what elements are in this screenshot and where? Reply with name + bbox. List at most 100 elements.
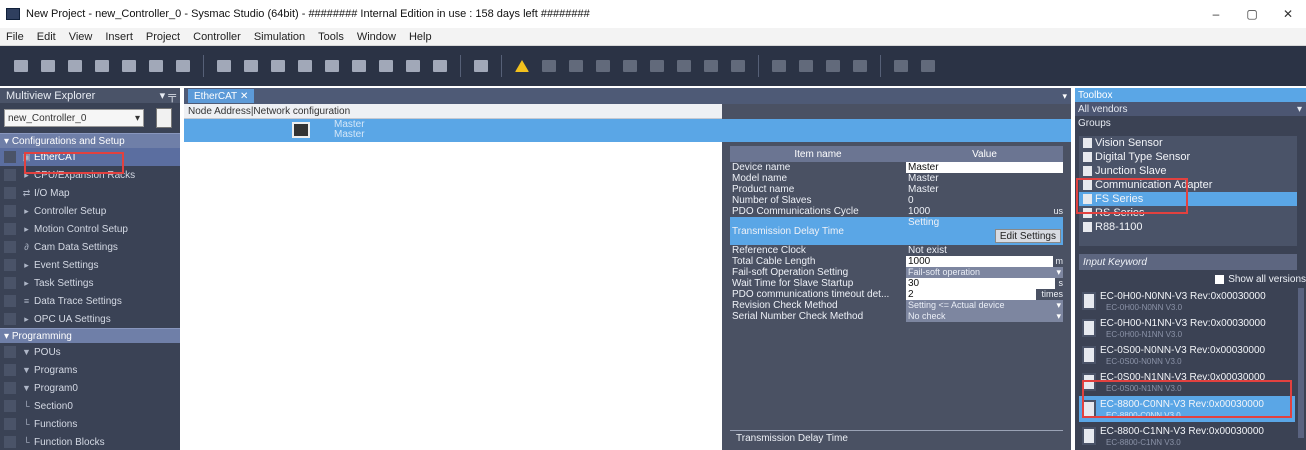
warning-icon[interactable] — [515, 60, 529, 72]
group-item-fs-series[interactable]: FS Series — [1079, 192, 1297, 206]
device-item[interactable]: EC-0H00-N0NN-V3 Rev:0x00030000 EC-0H00-N… — [1079, 288, 1295, 314]
tree-item-cam-data[interactable]: ∂ Cam Data Settings — [0, 238, 180, 256]
tree-item-program0[interactable]: ▼ Program0 — [0, 379, 180, 397]
simulate-icon[interactable] — [894, 60, 908, 72]
tree-item-motion-control[interactable]: ▸ Motion Control Setup — [0, 220, 180, 238]
layout-icon[interactable] — [217, 60, 231, 72]
show-all-versions-toggle[interactable]: Show all versions — [1079, 272, 1306, 286]
close-button[interactable]: ✕ — [1270, 0, 1306, 28]
tree-item-pous[interactable]: ▼ POUs — [0, 343, 180, 361]
prop-row[interactable]: Wait Time for Slave Startup 30 s — [730, 278, 1063, 289]
device-item[interactable]: EC-0H00-N1NN-V3 Rev:0x00030000 EC-0H00-N… — [1079, 315, 1295, 341]
group-item-vision-sensor[interactable]: Vision Sensor — [1079, 136, 1297, 150]
prop-value-dropdown[interactable]: Fail-soft operation — [906, 267, 1063, 278]
menu-controller[interactable]: Controller — [193, 31, 241, 43]
zoom-out-icon[interactable] — [826, 60, 840, 72]
prop-row[interactable]: Total Cable Length 1000 m — [730, 256, 1063, 267]
prop-row[interactable]: PDO communications timeout det... 2 time… — [730, 289, 1063, 300]
menu-view[interactable]: View — [69, 31, 93, 43]
stop-icon[interactable] — [596, 60, 610, 72]
window-icon[interactable] — [244, 60, 258, 72]
device-list-scrollbar[interactable] — [1298, 288, 1304, 438]
edit-settings-button[interactable]: Edit Settings — [994, 229, 1061, 243]
tab-ethercat[interactable]: EtherCAT ✕ — [188, 89, 255, 103]
prop-row[interactable]: Serial Number Check Method No check — [730, 311, 1063, 322]
trace-icon[interactable] — [704, 60, 718, 72]
delete-icon[interactable] — [95, 60, 109, 72]
tree-item-ethercat[interactable]: ▣ EtherCAT — [0, 148, 180, 166]
group-item-junction-slave[interactable]: Junction Slave — [1079, 164, 1297, 178]
transfer-icon[interactable] — [569, 60, 583, 72]
menu-window[interactable]: Window — [357, 31, 396, 43]
device-item[interactable]: EC-8800-C1NN-V3 Rev:0x00030000 EC-8800-C… — [1079, 423, 1295, 449]
prop-row[interactable]: Revision Check Method Setting <= Actual … — [730, 300, 1063, 311]
transmission-delay-row[interactable]: Transmission Delay Time Setting Edit Set… — [730, 217, 1063, 245]
simulate-stop-icon[interactable] — [921, 60, 935, 72]
group-item-r88[interactable]: R88-1100 — [1079, 220, 1297, 234]
program-icon[interactable] — [433, 60, 447, 72]
prop-value-dropdown[interactable]: Setting <= Actual device — [906, 300, 1063, 311]
prop-value-input[interactable]: Master — [906, 162, 1063, 173]
tree-item-section0[interactable]: └ Section0 — [0, 397, 180, 415]
device-item[interactable]: EC-0S00-N0NN-V3 Rev:0x00030000 EC-0S00-N… — [1079, 342, 1295, 368]
grid-icon[interactable] — [772, 60, 786, 72]
tree-item-event-settings[interactable]: ▸ Event Settings — [0, 256, 180, 274]
undo-icon[interactable] — [122, 60, 136, 72]
prop-value-input[interactable]: 2 — [906, 289, 1036, 300]
tree-item-controller-setup[interactable]: ▸ Controller Setup — [0, 202, 180, 220]
arrow-icon[interactable] — [271, 60, 285, 72]
device-item-selected[interactable]: EC-8800-C0NN-V3 Rev:0x00030000 EC-8800-C… — [1079, 396, 1295, 422]
zoom-fit-icon[interactable] — [853, 60, 867, 72]
monitor-icon[interactable] — [352, 60, 366, 72]
prop-value-input[interactable]: 30 — [906, 278, 1055, 289]
group-item-communication-adapter[interactable]: Communication Adapter — [1079, 178, 1297, 192]
group-item-rs-series[interactable]: RS Series — [1079, 206, 1297, 220]
prop-value-input[interactable]: 1000 — [906, 256, 1053, 267]
menu-edit[interactable]: Edit — [37, 31, 56, 43]
pin-icon[interactable]: ▾ ╤ — [160, 89, 176, 102]
section-programming[interactable]: ▾ Programming — [0, 328, 180, 343]
tab-close-icon[interactable]: ✕ — [240, 91, 248, 102]
record-icon[interactable] — [677, 60, 691, 72]
menu-insert[interactable]: Insert — [105, 31, 133, 43]
checkbox-icon[interactable] — [1215, 274, 1225, 284]
tree-item-task-settings[interactable]: ▸ Task Settings — [0, 274, 180, 292]
tree-item-data-trace[interactable]: ≡ Data Trace Settings — [0, 292, 180, 310]
redo-icon[interactable] — [149, 60, 163, 72]
controller-dropdown[interactable]: new_Controller_0 ▾ — [4, 109, 144, 127]
tree-item-function-blocks[interactable]: └ Function Blocks — [0, 433, 180, 450]
save-icon[interactable] — [176, 60, 190, 72]
tree-item-cpu-racks[interactable]: ▸ CPU/Expansion Racks — [0, 166, 180, 184]
tree-item-io-map[interactable]: ⇄ I/O Map — [0, 184, 180, 202]
prop-row[interactable]: Device name Master — [730, 162, 1063, 173]
menu-simulation[interactable]: Simulation — [254, 31, 305, 43]
menu-tools[interactable]: Tools — [318, 31, 344, 43]
sync-icon[interactable] — [542, 60, 556, 72]
menu-file[interactable]: File — [6, 31, 24, 43]
vendor-dropdown[interactable]: All vendors ▾ — [1075, 102, 1306, 116]
run-icon[interactable] — [623, 60, 637, 72]
online-icon[interactable] — [474, 60, 488, 72]
minimize-button[interactable]: – — [1198, 0, 1234, 28]
group-item-digital-sensor[interactable]: Digital Type Sensor — [1079, 150, 1297, 164]
master-node-row[interactable]: Master Master — [184, 119, 722, 142]
tree-item-programs[interactable]: ▼ Programs — [0, 361, 180, 379]
section-configurations[interactable]: ▾ Configurations and Setup — [0, 133, 180, 148]
prop-row[interactable]: Fail-soft Operation Setting Fail-soft op… — [730, 267, 1063, 278]
tree-item-functions[interactable]: └ Functions — [0, 415, 180, 433]
master-device-icon[interactable] — [292, 122, 310, 138]
device-item[interactable]: EC-0S00-N1NN-V3 Rev:0x00030000 EC-0S00-N… — [1079, 369, 1295, 395]
paste-icon[interactable] — [68, 60, 82, 72]
tree-item-opc-ua[interactable]: ▸ OPC UA Settings — [0, 310, 180, 328]
watch-icon[interactable] — [325, 60, 339, 72]
menu-project[interactable]: Project — [146, 31, 180, 43]
keyword-input[interactable]: Input Keyword — [1079, 254, 1297, 270]
maximize-button[interactable]: ▢ — [1234, 0, 1270, 28]
find-icon[interactable] — [406, 60, 420, 72]
prop-value-dropdown[interactable]: No check — [906, 311, 1063, 322]
cut-icon[interactable] — [14, 60, 28, 72]
copy-icon[interactable] — [41, 60, 55, 72]
breakpoint-icon[interactable] — [731, 60, 745, 72]
zoom-in-icon[interactable] — [799, 60, 813, 72]
menu-help[interactable]: Help — [409, 31, 432, 43]
